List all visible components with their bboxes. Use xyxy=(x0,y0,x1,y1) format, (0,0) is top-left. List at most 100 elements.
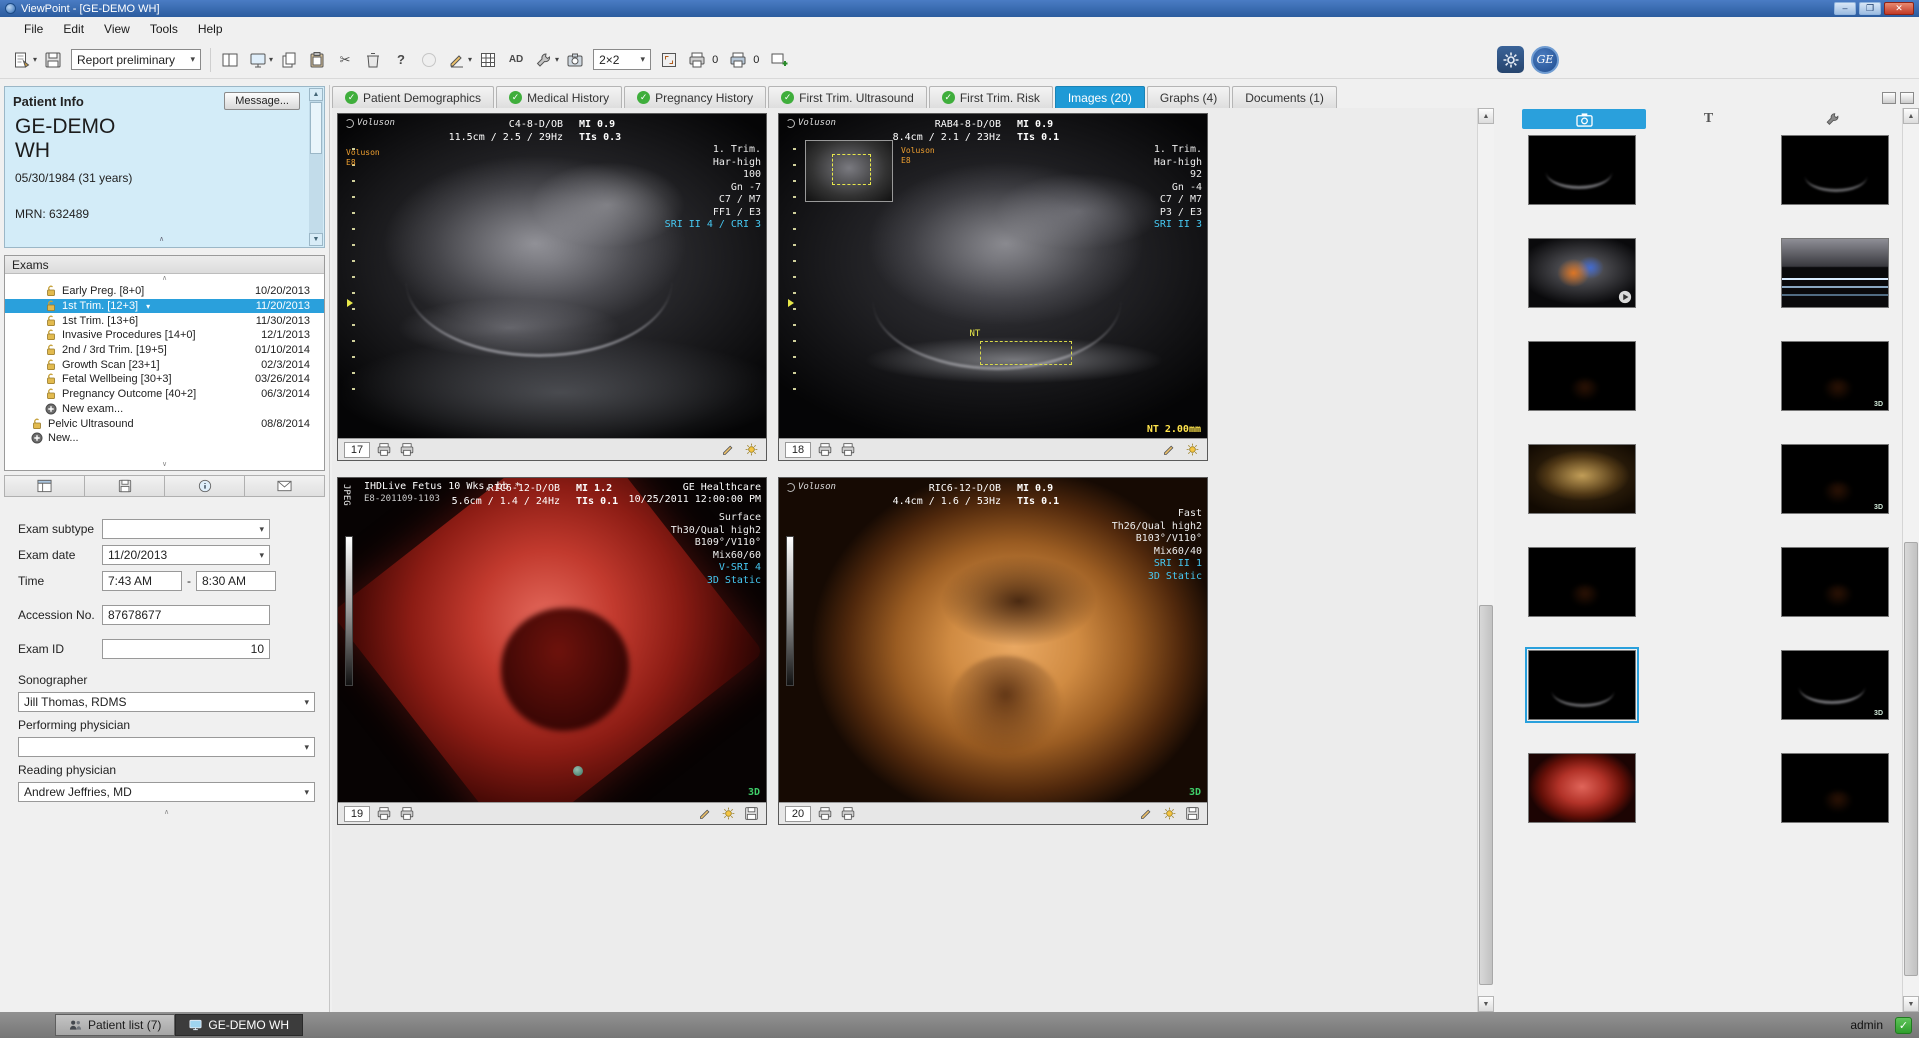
camera-icon[interactable] xyxy=(561,46,589,73)
text-tool-tab[interactable]: T xyxy=(1646,109,1770,129)
tab-pregnancy-history[interactable]: ✓Pregnancy History xyxy=(624,86,766,108)
time-start-input[interactable]: 7:43 AM xyxy=(102,571,182,591)
dicom-printer-icon[interactable] xyxy=(724,46,752,73)
performing-physician-select[interactable]: ▾ xyxy=(18,737,315,757)
monitor-icon[interactable] xyxy=(244,46,272,73)
dicom-printer-icon[interactable] xyxy=(398,805,416,822)
patient-list-tab[interactable]: Patient list (7) xyxy=(55,1014,175,1036)
thumbnail-5[interactable] xyxy=(1528,341,1636,411)
exam-row-new[interactable]: New... xyxy=(5,431,324,446)
thumbnail-8[interactable]: 3D xyxy=(1781,444,1889,514)
layout-select[interactable]: 2×2 ▾ xyxy=(593,49,651,70)
thumbnail-scrollbar[interactable]: ▲ ▼ xyxy=(1902,108,1919,1012)
fullscreen-icon[interactable] xyxy=(655,46,683,73)
monitor-dropdown-icon[interactable]: ▾ xyxy=(269,55,273,64)
thumbnail-1[interactable] xyxy=(1528,135,1636,205)
printer-icon[interactable] xyxy=(375,805,393,822)
printer-icon[interactable] xyxy=(375,441,393,458)
exam-row-growth-scan-23-1[interactable]: Growth Scan [23+1]02/3/2014 xyxy=(5,357,324,372)
copy-icon[interactable] xyxy=(275,46,303,73)
printer-icon[interactable] xyxy=(683,46,711,73)
thumbnail-11[interactable] xyxy=(1528,650,1636,720)
new-report-icon[interactable] xyxy=(8,46,36,73)
report-status-select[interactable]: Report preliminary ▾ xyxy=(71,49,201,70)
thumbnails-camera-tab[interactable] xyxy=(1522,109,1646,129)
delete-icon[interactable] xyxy=(359,46,387,73)
scroll-down-chevron-icon[interactable]: ∨ xyxy=(5,460,324,470)
tools-wrench-icon[interactable] xyxy=(530,46,558,73)
pencil-icon[interactable] xyxy=(696,805,714,822)
scroll-up-chevron-icon[interactable]: ∧ xyxy=(5,274,324,284)
pencil-icon[interactable] xyxy=(719,441,737,458)
exam-row-pelvic-ultrasound[interactable]: Pelvic Ultrasound08/8/2014 xyxy=(5,416,324,431)
thumbnail-2[interactable] xyxy=(1781,135,1889,205)
active-patient-tab[interactable]: GE-DEMO WH xyxy=(175,1014,303,1036)
signature-icon[interactable] xyxy=(443,46,471,73)
scroll-down-icon[interactable]: ▼ xyxy=(1478,996,1494,1012)
tab-documents-1[interactable]: Documents (1) xyxy=(1232,86,1337,108)
exam-row-new-exam[interactable]: New exam... xyxy=(5,402,324,417)
thumbnail-13[interactable] xyxy=(1528,753,1636,823)
save-icon[interactable] xyxy=(1183,805,1201,822)
thumbnail-9[interactable] xyxy=(1528,547,1636,617)
exam-row-2nd-3rd-trim-19-5[interactable]: 2nd / 3rd Trim. [19+5]01/10/2014 xyxy=(5,343,324,358)
help-icon[interactable]: ? xyxy=(387,46,415,73)
save-icon[interactable] xyxy=(742,805,760,822)
pencil-icon[interactable] xyxy=(1137,805,1155,822)
collapse-chevron-icon[interactable]: ∧ xyxy=(18,808,315,816)
scrollbar-thumb[interactable] xyxy=(1479,605,1493,985)
exam-row-1st-trim-13-6[interactable]: 1st Trim. [13+6]11/30/2013 xyxy=(5,313,324,328)
thumbnail-10[interactable] xyxy=(1781,547,1889,617)
dicom-printer-icon[interactable] xyxy=(398,441,416,458)
accession-input[interactable]: 87678677 xyxy=(102,605,270,625)
minimize-button[interactable]: – xyxy=(1834,2,1856,15)
tools-dropdown-icon[interactable]: ▾ xyxy=(555,55,559,64)
sonographer-select[interactable]: Jill Thomas, RDMS▾ xyxy=(18,692,315,712)
pane-toggle-icon[interactable] xyxy=(216,46,244,73)
scroll-up-icon[interactable]: ▲ xyxy=(1903,108,1919,124)
brightness-icon[interactable] xyxy=(742,441,760,458)
cut-icon[interactable]: ✂ xyxy=(331,46,359,73)
close-button[interactable]: ✕ xyxy=(1884,2,1914,15)
thumbnail-3[interactable] xyxy=(1528,238,1636,308)
dicom-printer-icon[interactable] xyxy=(839,805,857,822)
paste-icon[interactable] xyxy=(303,46,331,73)
message-button[interactable]: Message... xyxy=(224,92,300,110)
exam-row-early-preg-8-0[interactable]: Early Preg. [8+0]10/20/2013 xyxy=(5,284,324,299)
printer-icon[interactable] xyxy=(816,441,834,458)
new-report-dropdown-icon[interactable]: ▾ xyxy=(33,55,37,64)
collapse-chevron-icon[interactable]: ∧ xyxy=(149,236,175,245)
scrollbar-thumb[interactable] xyxy=(1904,542,1918,976)
tab-first-trim-risk[interactable]: ✓First Trim. Risk xyxy=(929,86,1053,108)
image-area-scrollbar[interactable]: ▲ ▼ xyxy=(1477,108,1494,1012)
info-tab-icon[interactable] xyxy=(165,476,245,496)
dicom-printer-icon[interactable] xyxy=(839,441,857,458)
brightness-icon[interactable] xyxy=(1183,441,1201,458)
detach-window-icon[interactable] xyxy=(1900,92,1914,104)
tab-medical-history[interactable]: ✓Medical History xyxy=(496,86,622,108)
exam-row-1st-trim-12-3[interactable]: 1st Trim. [12+3]▾11/20/2013 xyxy=(5,299,324,314)
scrollbar-thumb[interactable] xyxy=(310,102,322,154)
settings-gear-icon[interactable] xyxy=(1497,46,1524,73)
time-end-input[interactable]: 8:30 AM xyxy=(196,571,276,591)
menu-edit[interactable]: Edit xyxy=(53,19,94,39)
exam-id-input[interactable]: 10 xyxy=(102,639,270,659)
thumbnail-6[interactable]: 3D xyxy=(1781,341,1889,411)
tab-first-trim-ultrasound[interactable]: ✓First Trim. Ultrasound xyxy=(768,86,927,108)
brightness-icon[interactable] xyxy=(1160,805,1178,822)
maximize-button[interactable]: ❐ xyxy=(1859,2,1881,15)
menu-file[interactable]: File xyxy=(14,19,53,39)
tab-images-20[interactable]: Images (20) xyxy=(1055,86,1145,108)
scroll-up-icon[interactable]: ▲ xyxy=(309,88,323,101)
menu-tools[interactable]: Tools xyxy=(140,19,188,39)
add-screen-icon[interactable] xyxy=(765,46,793,73)
scroll-down-icon[interactable]: ▼ xyxy=(309,233,323,246)
save-icon[interactable] xyxy=(39,46,67,73)
layout-window-icon[interactable] xyxy=(1882,92,1896,104)
save-disk-tab-icon[interactable] xyxy=(85,476,165,496)
thumbnail-14[interactable] xyxy=(1781,753,1889,823)
tab-patient-demographics[interactable]: ✓Patient Demographics xyxy=(332,86,494,108)
annotations-ad-icon[interactable]: AD xyxy=(502,46,530,73)
signature-dropdown-icon[interactable]: ▾ xyxy=(468,55,472,64)
reading-physician-select[interactable]: Andrew Jeffries, MD▾ xyxy=(18,782,315,802)
